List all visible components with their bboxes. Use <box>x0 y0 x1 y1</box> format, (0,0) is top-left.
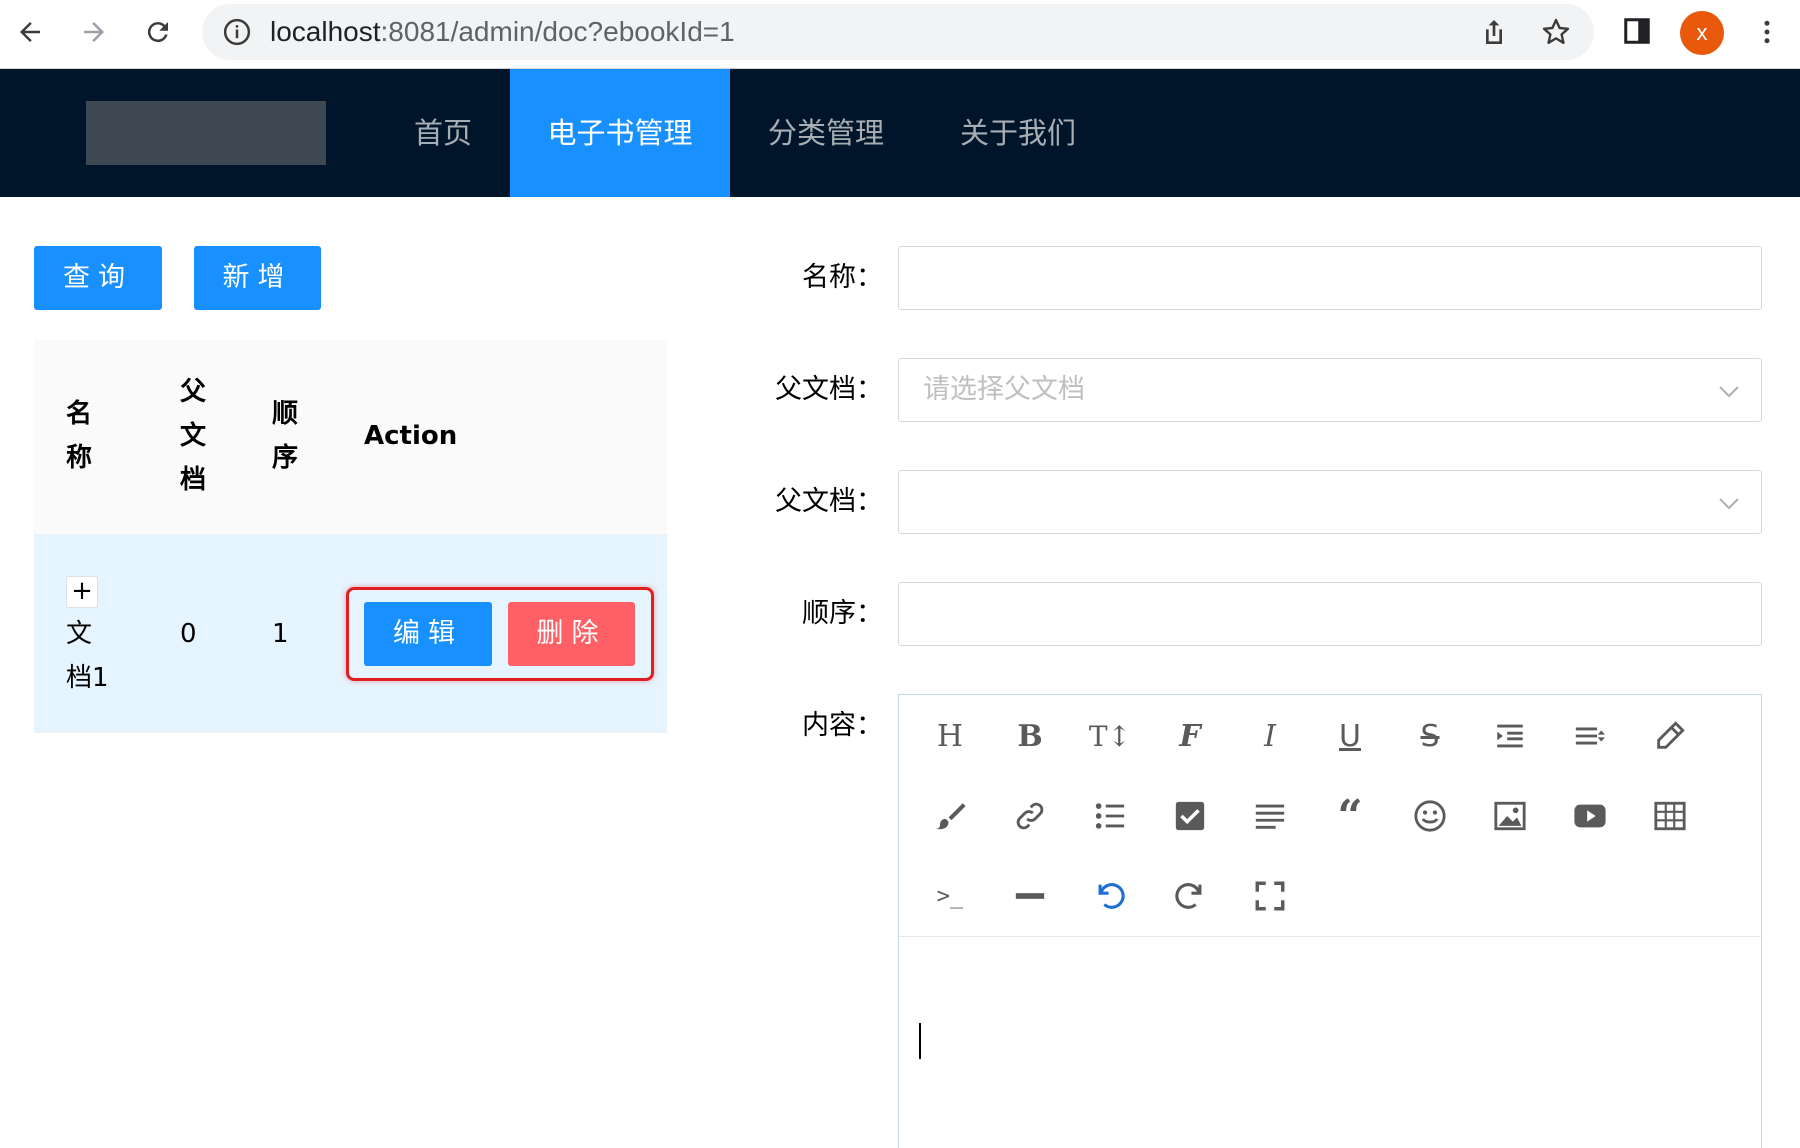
strikethrough-icon[interactable]: S <box>1405 711 1455 761</box>
cell-name: 文档1 <box>66 619 109 693</box>
url-text[interactable]: localhost:8081/admin/doc?ebookId=1 <box>270 4 735 60</box>
kebab-menu-icon[interactable] <box>1752 14 1782 50</box>
line-height-icon[interactable] <box>1565 711 1615 761</box>
nav-item-about[interactable]: 关于我们 <box>940 69 1096 197</box>
link-icon[interactable] <box>1005 791 1055 841</box>
image-icon[interactable] <box>1485 791 1535 841</box>
bulleted-list-icon[interactable] <box>1085 791 1135 841</box>
column-header-action: Action <box>364 421 458 451</box>
divider-icon[interactable] <box>1005 871 1055 921</box>
parent-doc-label: 父文档： <box>775 374 883 405</box>
edit-button[interactable]: 编辑 <box>364 602 492 666</box>
parent-doc-select[interactable]: 请选择父文档 <box>898 358 1762 422</box>
quote-icon[interactable]: “ <box>1325 791 1375 842</box>
text-cursor <box>919 1023 921 1059</box>
underline-icon[interactable]: U <box>1325 711 1375 761</box>
info-icon[interactable] <box>222 17 252 47</box>
rich-text-editor[interactable]: H B T↕ F I U S “ >_ <box>898 694 1762 1148</box>
logo[interactable] <box>86 101 326 165</box>
query-button[interactable]: 查询 <box>34 246 162 310</box>
column-header-name[interactable]: 名称 <box>66 392 96 480</box>
avatar[interactable]: x <box>1680 11 1724 55</box>
italic-icon[interactable]: I <box>1245 711 1295 761</box>
emoji-icon[interactable] <box>1405 791 1455 841</box>
nav-item-ebook-admin[interactable]: 电子书管理 <box>510 69 730 197</box>
video-icon[interactable] <box>1565 791 1615 841</box>
bold-icon[interactable]: B <box>1005 711 1055 761</box>
expand-row-button[interactable]: + <box>66 576 98 608</box>
address-bar[interactable]: localhost:8081/admin/doc?ebookId=1 <box>202 4 1594 60</box>
reload-icon[interactable] <box>140 14 176 50</box>
chevron-down-icon <box>1719 386 1739 398</box>
heading-icon[interactable]: H <box>925 711 975 761</box>
paint-brush-icon[interactable] <box>925 791 975 841</box>
parent-doc-tree-select[interactable] <box>898 470 1762 534</box>
back-icon[interactable] <box>12 14 48 50</box>
indent-icon[interactable] <box>1485 711 1535 761</box>
highlight-pen-icon[interactable] <box>1645 711 1695 761</box>
font-size-icon[interactable]: T↕ <box>1085 711 1135 761</box>
justify-icon[interactable] <box>1245 791 1295 841</box>
nav-item-home[interactable]: 首页 <box>388 69 498 197</box>
font-family-icon[interactable]: F <box>1165 711 1215 761</box>
code-icon[interactable]: >_ <box>925 871 975 921</box>
delete-button[interactable]: 删除 <box>508 602 635 666</box>
column-header-parent[interactable]: 父文档 <box>180 370 210 502</box>
editor-toolbar: H B T↕ F I U S “ >_ <box>899 695 1761 937</box>
browser-chrome: localhost:8081/admin/doc?ebookId=1 x <box>0 0 1800 69</box>
cell-sort: 1 <box>272 619 289 649</box>
parent-doc-label-2: 父文档： <box>775 486 883 517</box>
fullscreen-icon[interactable] <box>1245 871 1295 921</box>
forward-icon[interactable] <box>76 14 112 50</box>
name-label: 名称： <box>802 262 883 293</box>
table-icon[interactable] <box>1645 791 1695 841</box>
undo-icon[interactable] <box>1085 871 1135 921</box>
chevron-down-icon <box>1719 498 1739 510</box>
table-header <box>34 340 667 535</box>
redo-icon[interactable] <box>1165 871 1215 921</box>
sort-input[interactable] <box>898 582 1762 646</box>
nav-item-category-admin[interactable]: 分类管理 <box>748 69 904 197</box>
share-icon[interactable] <box>1478 16 1510 48</box>
name-input[interactable] <box>898 246 1762 310</box>
side-panel-icon[interactable] <box>1622 16 1652 46</box>
column-header-sort[interactable]: 顺序 <box>272 392 302 480</box>
todo-checkbox-icon[interactable] <box>1165 791 1215 841</box>
app-header: 首页 电子书管理 分类管理 关于我们 <box>0 69 1800 197</box>
sort-label: 顺序： <box>802 598 883 629</box>
cell-parent: 0 <box>180 619 197 649</box>
content-label: 内容： <box>802 710 883 741</box>
parent-doc-placeholder: 请选择父文档 <box>923 374 1085 405</box>
star-icon[interactable] <box>1540 16 1572 48</box>
add-button[interactable]: 新增 <box>194 246 321 310</box>
